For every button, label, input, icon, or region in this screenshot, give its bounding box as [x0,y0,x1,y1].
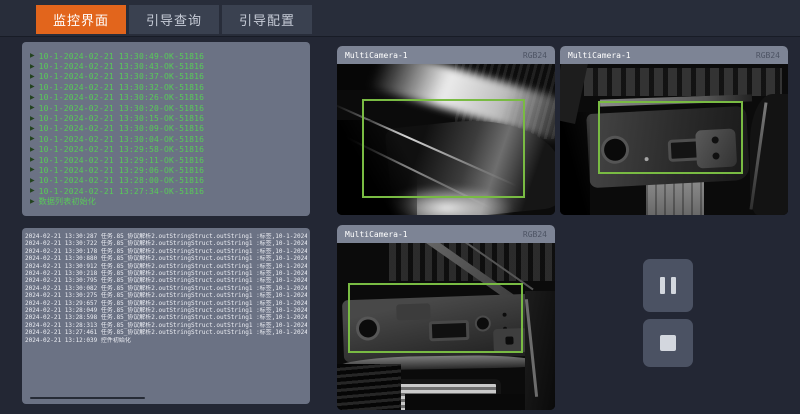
event-log-row[interactable]: ▶ 10-1-2024-02-21 13:30:43-OK-51816 [30,61,302,71]
event-log-text: 10-1-2024-02-21 13:29:11-OK-51816 [39,156,205,165]
event-log-row[interactable]: ▶ 10-1-2024-02-21 13:30:37-OK-51816 [30,72,302,82]
right-frame-shadow [750,94,788,215]
event-log-row[interactable]: ▶ 10-1-2024-02-21 13:29:06-OK-51816 [30,165,302,175]
message-log-row: 2024-02-21 13:30:722 任务.85_协议解析2.outStri… [25,240,307,247]
message-log-panel[interactable]: 2024-02-21 13:30:287 任务.85_协议解析2.outStri… [22,228,310,404]
event-log-row[interactable]: ▶ 10-1-2024-02-21 13:30:20-OK-51816 [30,103,302,113]
horizontal-scrollbar[interactable] [30,397,145,399]
event-log-row[interactable]: ▶ 10-1-2024-02-21 13:29:58-OK-51816 [30,145,302,155]
camera-1-image[interactable] [337,64,555,215]
message-log-row: 2024-02-21 13:28:598 任务.85_协议解析2.outStri… [25,314,307,321]
event-log-row[interactable]: ▶ 10-1-2024-02-21 13:30:32-OK-51816 [30,82,302,92]
ribbed-dark-area [337,364,401,410]
message-log-row: 2024-02-21 13:30:218 任务.85_协议解析2.outStri… [25,270,307,277]
arrow-icon: ▶ [30,186,35,196]
message-log-row: 2024-02-21 13:30:912 任务.85_协议解析2.outStri… [25,263,307,270]
arrow-icon: ▶ [30,103,35,113]
camera-2-header: MultiCamera-1 RGB24 [560,46,788,64]
event-log-row[interactable]: ▶ 10-1-2024-02-21 13:27:34-OK-51816 [30,186,302,196]
event-log-text: 10-1-2024-02-21 13:30:49-OK-51816 [39,52,205,61]
pause-icon [660,277,676,294]
arrow-icon: ▶ [30,93,35,103]
message-log-row: 2024-02-21 13:12:039 控件初始化 [25,337,307,344]
event-log-row[interactable]: ▶ 10-1-2024-02-21 13:30:26-OK-51816 [30,93,302,103]
message-log-list: 2024-02-21 13:30:287 任务.85_协议解析2.outStri… [25,233,307,344]
arrow-icon: ▶ [30,197,35,207]
event-log-row[interactable]: ▶ 数据列表初始化 [30,196,302,206]
message-log-row: 2024-02-21 13:28:313 任务.85_协议解析2.outStri… [25,322,307,329]
camera-2-title: MultiCamera-1 [568,51,631,60]
message-log-row: 2024-02-21 13:28:049 任务.85_协议解析2.outStri… [25,307,307,314]
bottom-shadow [405,394,525,410]
event-log-text: 10-1-2024-02-21 13:30:37-OK-51816 [39,72,205,81]
message-log-row: 2024-02-21 13:30:178 任务.85_协议解析2.outStri… [25,248,307,255]
monitoring-app-window: 监控界面 引导查询 引导配置 ▶ 10-1-2024-02-21 13:30:4… [0,0,800,414]
message-log-row: 2024-02-21 13:27:461 任务.85_协议解析2.outStri… [25,329,307,336]
event-log-text: 10-1-2024-02-21 13:29:06-OK-51816 [39,166,205,175]
event-log-text: 10-1-2024-02-21 13:30:26-OK-51816 [39,93,205,102]
message-log-row: 2024-02-21 13:30:082 任务.85_协议解析2.outStri… [25,285,307,292]
pause-bar-left [660,277,665,294]
message-log-row: 2024-02-21 13:30:275 任务.85_协议解析2.outStri… [25,292,307,299]
camera-3-image[interactable] [337,243,555,410]
arrow-icon: ▶ [30,176,35,186]
event-log-row[interactable]: ▶ 10-1-2024-02-21 13:30:04-OK-51816 [30,134,302,144]
arrow-icon: ▶ [30,51,35,61]
event-log-text: 10-1-2024-02-21 13:30:32-OK-51816 [39,83,205,92]
event-log-text: 10-1-2024-02-21 13:29:58-OK-51816 [39,145,205,154]
tab-guide-config[interactable]: 引导配置 [222,5,312,34]
event-log-row[interactable]: ▶ 10-1-2024-02-21 13:30:09-OK-51816 [30,124,302,134]
arrow-icon: ▶ [30,165,35,175]
tab-guide-query[interactable]: 引导查询 [129,5,219,34]
machinery-texture [584,68,782,96]
tab-strip: 监控界面 引导查询 引导配置 [36,5,312,34]
arrow-icon: ▶ [30,134,35,144]
camera-3-format-badge: RGB24 [523,230,547,239]
camera-panel-2: MultiCamera-1 RGB24 [560,46,788,215]
arrow-icon: ▶ [30,62,35,72]
camera-panel-1: MultiCamera-1 RGB24 [337,46,555,215]
message-log-row: 2024-02-21 13:30:287 任务.85_协议解析2.outStri… [25,233,307,240]
camera-panel-3: MultiCamera-1 RGB24 [337,225,555,410]
arrow-icon: ▶ [30,82,35,92]
detection-box [362,99,525,198]
pause-bar-right [671,277,676,294]
detection-box [598,101,743,174]
camera-1-format-badge: RGB24 [523,51,547,60]
message-log-row: 2024-02-21 13:29:657 任务.85_协议解析2.outStri… [25,300,307,307]
event-log-text: 10-1-2024-02-21 13:30:09-OK-51816 [39,124,205,133]
event-log-text: 数据列表初始化 [39,196,96,207]
camera-3-title: MultiCamera-1 [345,230,408,239]
detection-box [348,283,523,353]
event-log-row[interactable]: ▶ 10-1-2024-02-21 13:30:15-OK-51816 [30,113,302,123]
arrow-icon: ▶ [30,145,35,155]
event-log-row[interactable]: ▶ 10-1-2024-02-21 13:30:49-OK-51816 [30,51,302,61]
arrow-icon: ▶ [30,72,35,82]
message-log-row: 2024-02-21 13:30:880 任务.85_协议解析2.outStri… [25,255,307,262]
camera-2-image[interactable] [560,64,788,215]
event-log-row[interactable]: ▶ 10-1-2024-02-21 13:28:00-OK-51816 [30,176,302,186]
top-tab-bar: 监控界面 引导查询 引导配置 [0,0,800,37]
event-log-text: 10-1-2024-02-21 13:27:34-OK-51816 [39,187,205,196]
tab-monitor-screen[interactable]: 监控界面 [36,5,126,34]
left-frame-shadow [560,112,590,215]
arrow-icon: ▶ [30,155,35,165]
event-log-text: 10-1-2024-02-21 13:30:15-OK-51816 [39,114,205,123]
camera-1-title: MultiCamera-1 [345,51,408,60]
event-log-text: 10-1-2024-02-21 13:30:43-OK-51816 [39,62,205,71]
event-log-row[interactable]: ▶ 10-1-2024-02-21 13:29:11-OK-51816 [30,155,302,165]
event-log-text: 10-1-2024-02-21 13:30:20-OK-51816 [39,104,205,113]
camera-1-header: MultiCamera-1 RGB24 [337,46,555,64]
event-log-panel[interactable]: ▶ 10-1-2024-02-21 13:30:49-OK-51816 ▶ 10… [22,42,310,216]
event-log-text: 10-1-2024-02-21 13:30:04-OK-51816 [39,135,205,144]
pause-button[interactable] [643,259,693,312]
event-log-text: 10-1-2024-02-21 13:28:00-OK-51816 [39,176,205,185]
arrow-icon: ▶ [30,124,35,134]
stop-icon [660,335,676,351]
camera-3-header: MultiCamera-1 RGB24 [337,225,555,243]
camera-2-format-badge: RGB24 [756,51,780,60]
stop-button[interactable] [643,319,693,367]
arrow-icon: ▶ [30,114,35,124]
message-log-row: 2024-02-21 13:30:795 任务.85_协议解析2.outStri… [25,277,307,284]
